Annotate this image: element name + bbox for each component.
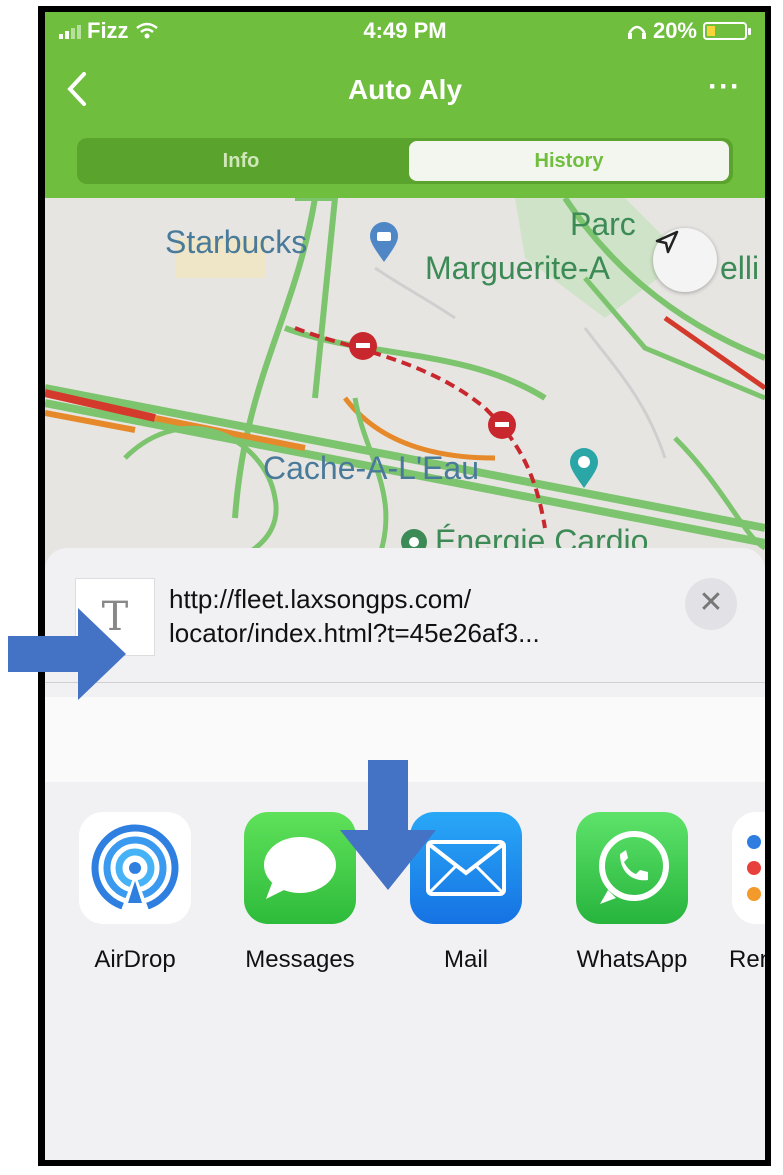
reminders-icon [732, 812, 765, 924]
tab-info[interactable]: Info [81, 141, 401, 181]
app-label: AirDrop [94, 946, 176, 973]
share-app-whatsapp[interactable]: WhatsApp [573, 812, 691, 974]
map-label-parc: Parc [570, 206, 636, 242]
phone-screen: Fizz 4:49 PM 20% Auto Aly ··· Info Histo… [45, 12, 765, 1160]
arrow-down-icon [340, 760, 436, 890]
nav-bar: Auto Aly ··· [45, 66, 765, 116]
map-label-marguerite: Marguerite-A [425, 250, 610, 286]
app-label: Ren [729, 946, 765, 973]
sheet-divider [45, 682, 765, 683]
share-url-line2: locator/index.html?t=45e26af3... [169, 618, 540, 648]
more-button[interactable]: ··· [708, 70, 741, 104]
share-app-reminders[interactable]: Ren [729, 812, 765, 974]
arrow-right-icon [8, 608, 126, 700]
share-url-line1: http://fleet.laxsongps.com/ [169, 584, 472, 614]
map-view[interactable]: Starbucks Parc Marguerite-A elli Cache-A… [45, 198, 765, 568]
status-right: 20% [627, 18, 751, 44]
status-bar: Fizz 4:49 PM 20% [45, 12, 765, 52]
app-label: Messages [245, 946, 355, 973]
map-label-cache: Cache-A-L'Eau [263, 450, 479, 486]
airdrop-icon [79, 812, 191, 924]
map-label-starbucks: Starbucks [165, 224, 308, 260]
tab-history[interactable]: History [409, 141, 729, 181]
navigation-arrow-icon [655, 230, 679, 254]
app-label: Mail [443, 946, 488, 973]
segmented-control: Info History [77, 138, 733, 184]
page-title: Auto Aly [347, 74, 463, 105]
share-link-preview[interactable]: T http://fleet.laxsongps.com/ locator/in… [45, 548, 765, 680]
share-url: http://fleet.laxsongps.com/ locator/inde… [169, 582, 540, 650]
app-header: Fizz 4:49 PM 20% Auto Aly ··· Info Histo… [45, 12, 765, 198]
camera-pin-icon [570, 448, 598, 488]
battery-percent: 20% [652, 18, 697, 43]
whatsapp-icon [576, 812, 688, 924]
app-label: WhatsApp [576, 946, 688, 973]
close-button[interactable]: ✕ [685, 578, 737, 630]
map-label-marguerite-tail: elli [720, 250, 760, 286]
share-app-airdrop[interactable]: AirDrop [76, 812, 194, 974]
close-icon: ✕ [698, 586, 724, 619]
headphones-icon [627, 25, 646, 39]
location-button[interactable] [653, 228, 717, 292]
battery-icon [703, 22, 751, 40]
coffee-pin-icon [370, 222, 398, 262]
